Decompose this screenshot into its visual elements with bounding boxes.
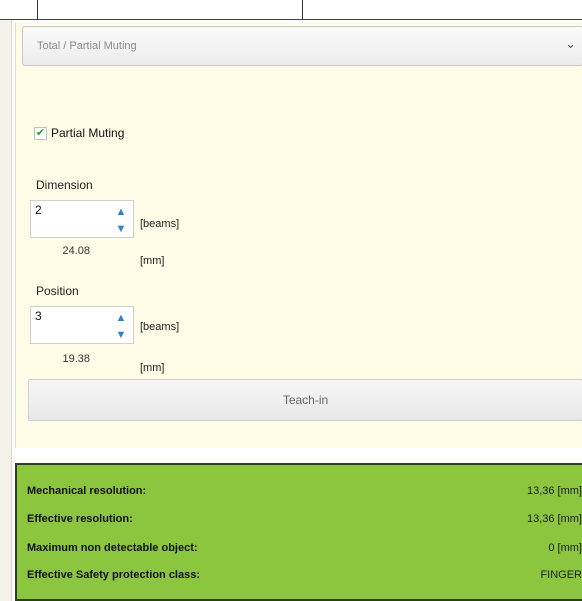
result-label: Effective resolution:: [27, 513, 133, 525]
position-title: Position: [36, 284, 79, 298]
position-mm-value: 19.38: [62, 353, 90, 365]
left-rail: [0, 20, 12, 601]
result-value: 0 [mm]: [548, 542, 582, 554]
muting-mode-dropdown[interactable]: Total / Partial Muting ⌄: [22, 26, 582, 66]
position-decrement-icon[interactable]: ▼: [111, 326, 131, 343]
result-label: Effective Safety protection class:: [27, 569, 201, 581]
position-value[interactable]: 3: [35, 309, 42, 323]
result-value: FINGER: [540, 569, 582, 581]
result-label: Mechanical resolution:: [27, 485, 147, 497]
muting-mode-label: Total / Partial Muting: [37, 40, 137, 52]
dimension-value[interactable]: 2: [35, 203, 42, 217]
dimension-spin-buttons: ▲ ▼: [111, 203, 131, 237]
partial-muting-label: Partial Muting: [51, 126, 125, 140]
partial-muting-row[interactable]: ✔ Partial Muting: [34, 126, 124, 140]
dimension-mm-value: 24.08: [62, 245, 90, 257]
position-spin-buttons: ▲ ▼: [111, 309, 131, 343]
result-row: Effective Safety protection class: FINGE…: [17, 565, 582, 588]
partial-muting-checkbox[interactable]: ✔: [34, 126, 47, 140]
dimension-increment-icon[interactable]: ▲: [111, 203, 131, 220]
column-divider: [37, 0, 38, 20]
result-row: Effective resolution: 13,36 [mm]: [17, 509, 582, 532]
position-unit-beams: [beams]: [140, 321, 180, 333]
position-increment-icon[interactable]: ▲: [111, 309, 131, 326]
resolution-results-panel: Mechanical resolution: 13,36 [mm] Effect…: [15, 463, 582, 601]
result-value: 13,36 [mm]: [526, 485, 582, 497]
dimension-stepper[interactable]: 2 ▲ ▼: [30, 200, 134, 238]
dimension-decrement-icon[interactable]: ▼: [111, 220, 131, 237]
result-label: Maximum non detectable object:: [27, 542, 198, 554]
muting-panel: Total / Partial Muting ⌄ ✔ Partial Mutin…: [15, 23, 582, 448]
top-header-strip: [0, 0, 582, 20]
dimension-unit-beams: [beams]: [140, 218, 180, 230]
chevron-down-icon[interactable]: ⌄: [565, 36, 576, 52]
dimension-unit-mm: [mm]: [140, 255, 165, 267]
result-row: Maximum non detectable object: 0 [mm]: [17, 538, 582, 561]
result-row: Mechanical resolution: 13,36 [mm]: [17, 481, 582, 504]
teach-in-button[interactable]: Teach-in: [28, 379, 582, 421]
column-divider: [302, 0, 303, 20]
check-icon: ✔: [35, 126, 46, 139]
position-stepper[interactable]: 3 ▲ ▼: [30, 306, 134, 344]
result-value: 13,36 [mm]: [526, 513, 582, 525]
position-unit-mm: [mm]: [140, 362, 165, 374]
dimension-title: Dimension: [36, 178, 93, 192]
